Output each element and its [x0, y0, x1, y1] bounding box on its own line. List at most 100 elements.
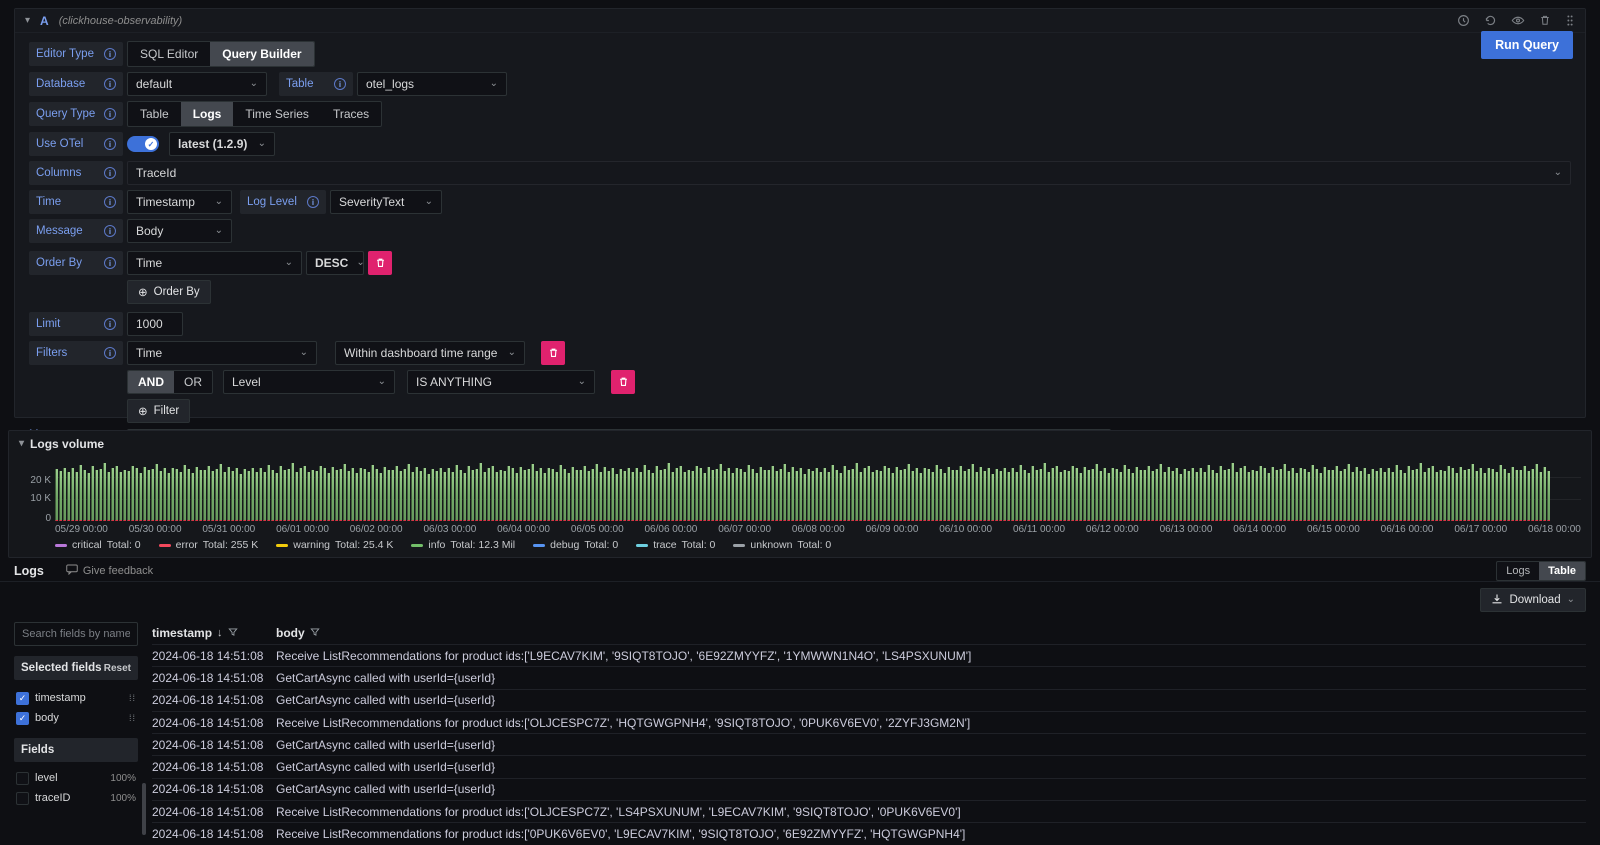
body-column-header[interactable]: body: [276, 626, 1586, 640]
download-icon: [1491, 593, 1503, 608]
volume-bar: [751, 469, 754, 522]
remove-filter1-button[interactable]: [541, 341, 565, 365]
info-icon[interactable]: i: [104, 347, 116, 359]
field-item-traceID[interactable]: traceID100%: [14, 788, 138, 808]
info-icon[interactable]: i: [334, 78, 346, 90]
table-row[interactable]: 2024-06-18 14:51:08Receive ListRecommend…: [152, 711, 1586, 733]
columns-multiselect[interactable]: TraceId⌄: [127, 161, 1571, 185]
history-icon[interactable]: [1484, 14, 1497, 27]
timestamp-cell: 2024-06-18 14:51:08: [152, 693, 276, 707]
info-icon[interactable]: i: [104, 318, 116, 330]
remove-order-by-button[interactable]: [368, 251, 392, 275]
table-row[interactable]: 2024-06-18 14:51:08GetCartAsync called w…: [152, 689, 1586, 711]
info-icon[interactable]: i: [104, 257, 116, 269]
info-icon[interactable]: i: [104, 108, 116, 120]
log-level-column-select[interactable]: SeverityText⌄: [330, 190, 442, 214]
filter2-field-select[interactable]: Level⌄: [223, 370, 395, 394]
table-row[interactable]: 2024-06-18 14:51:08Receive ListRecommend…: [152, 644, 1586, 666]
drag-handle-icon[interactable]: [1565, 14, 1575, 27]
filter2-operator-select[interactable]: IS ANYTHING⌄: [407, 370, 595, 394]
checkbox[interactable]: ✓: [16, 712, 29, 725]
drag-handle-icon[interactable]: ⁞⁞: [129, 693, 136, 703]
legend-item-critical[interactable]: criticalTotal: 0: [55, 539, 141, 551]
info-icon[interactable]: i: [307, 196, 319, 208]
field-item-timestamp[interactable]: ✓timestamp⁞⁞: [14, 688, 138, 708]
database-select[interactable]: default⌄: [127, 72, 267, 96]
order-by-label: Order Byi: [29, 251, 123, 275]
legend-item-warning[interactable]: warningTotal: 25.4 K: [276, 539, 393, 551]
info-icon[interactable]: i: [104, 225, 116, 237]
editor-type-option-sql-editor[interactable]: SQL Editor: [128, 42, 210, 66]
eye-icon[interactable]: [1511, 14, 1525, 27]
message-column-select[interactable]: Body⌄: [127, 219, 232, 243]
time-column-select[interactable]: Timestamp⌄: [127, 190, 232, 214]
remove-filter2-button[interactable]: [611, 370, 635, 394]
volume-bar: [1507, 473, 1510, 521]
info-icon[interactable]: i: [104, 48, 116, 60]
sidebar-scrollbar[interactable]: [142, 783, 146, 835]
query-type-option-table[interactable]: Table: [128, 102, 181, 126]
give-feedback-link[interactable]: Give feedback: [66, 564, 153, 578]
and-option[interactable]: AND: [128, 371, 174, 393]
table-select[interactable]: otel_logs⌄: [357, 72, 507, 96]
drag-handle-icon[interactable]: ⁞⁞: [129, 713, 136, 723]
sort-desc-icon[interactable]: ↓: [217, 627, 223, 639]
query-row-header[interactable]: ▾ A (clickhouse-observability): [15, 9, 1585, 33]
table-row[interactable]: 2024-06-18 14:51:08Receive ListRecommend…: [152, 822, 1586, 844]
table-row[interactable]: 2024-06-18 14:51:08Receive ListRecommend…: [152, 800, 1586, 822]
volume-bar: [243, 469, 246, 521]
checkbox[interactable]: [16, 792, 29, 805]
funnel-icon[interactable]: [228, 626, 238, 640]
duplicate-icon[interactable]: [1457, 14, 1470, 27]
view-option-logs[interactable]: Logs: [1497, 562, 1539, 580]
collapse-chevron-icon[interactable]: ▾: [19, 439, 24, 449]
download-button[interactable]: Download ⌄: [1480, 588, 1586, 612]
log-level-label: Log Leveli: [240, 190, 326, 214]
logs-volume-header[interactable]: ▾ Logs volume: [19, 435, 1581, 453]
table-row[interactable]: 2024-06-18 14:51:08GetCartAsync called w…: [152, 755, 1586, 777]
legend-item-unknown[interactable]: unknownTotal: 0: [733, 539, 831, 551]
info-icon[interactable]: i: [104, 167, 116, 179]
editor-type-option-query-builder[interactable]: Query Builder: [210, 42, 313, 66]
otel-version-select[interactable]: latest (1.2.9)⌄: [169, 132, 275, 156]
or-option[interactable]: OR: [174, 371, 212, 393]
logs-volume-chart[interactable]: [55, 457, 1581, 521]
table-row[interactable]: 2024-06-18 14:51:08GetCartAsync called w…: [152, 733, 1586, 755]
search-fields-input[interactable]: [14, 622, 138, 646]
order-by-select[interactable]: Time⌄: [127, 251, 302, 275]
volume-bar: [1139, 470, 1142, 521]
legend-item-trace[interactable]: traceTotal: 0: [636, 539, 715, 551]
query-type-option-logs[interactable]: Logs: [181, 102, 234, 126]
info-icon[interactable]: i: [104, 78, 116, 90]
checkbox[interactable]: ✓: [16, 692, 29, 705]
table-row[interactable]: 2024-06-18 14:51:08GetCartAsync called w…: [152, 778, 1586, 800]
reset-button[interactable]: Reset: [104, 663, 131, 674]
field-item-level[interactable]: level100%: [14, 768, 138, 788]
legend-item-info[interactable]: infoTotal: 12.3 Mil: [411, 539, 515, 551]
collapse-chevron-icon[interactable]: ▾: [25, 16, 30, 26]
filter1-field-select[interactable]: Time⌄: [127, 341, 317, 365]
limit-input[interactable]: 1000: [127, 312, 183, 336]
table-row[interactable]: 2024-06-18 14:51:08GetCartAsync called w…: [152, 666, 1586, 688]
volume-bar: [363, 469, 366, 521]
checkbox[interactable]: [16, 772, 29, 785]
funnel-icon[interactable]: [310, 626, 320, 640]
legend-item-error[interactable]: errorTotal: 255 K: [159, 539, 259, 551]
volume-bar: [1091, 469, 1094, 521]
field-item-body[interactable]: ✓body⁞⁞: [14, 708, 138, 728]
timestamp-column-header[interactable]: timestamp ↓: [152, 626, 276, 640]
view-option-table[interactable]: Table: [1539, 562, 1585, 580]
legend-item-debug[interactable]: debugTotal: 0: [533, 539, 618, 551]
query-type-option-traces[interactable]: Traces: [321, 102, 381, 126]
query-type-option-time-series[interactable]: Time Series: [233, 102, 321, 126]
info-icon[interactable]: i: [104, 196, 116, 208]
info-icon[interactable]: i: [104, 138, 116, 150]
trash-icon[interactable]: [1539, 14, 1551, 27]
add-filter-button[interactable]: ⊕Filter: [127, 399, 190, 423]
filter1-operator-select[interactable]: Within dashboard time range⌄: [335, 341, 525, 365]
order-direction-select[interactable]: DESC⌄: [306, 251, 364, 275]
volume-bar: [1011, 468, 1014, 521]
volume-bar: [1071, 466, 1074, 522]
add-order-by-button[interactable]: ⊕Order By: [127, 280, 211, 304]
use-otel-toggle[interactable]: ✓: [127, 136, 159, 152]
